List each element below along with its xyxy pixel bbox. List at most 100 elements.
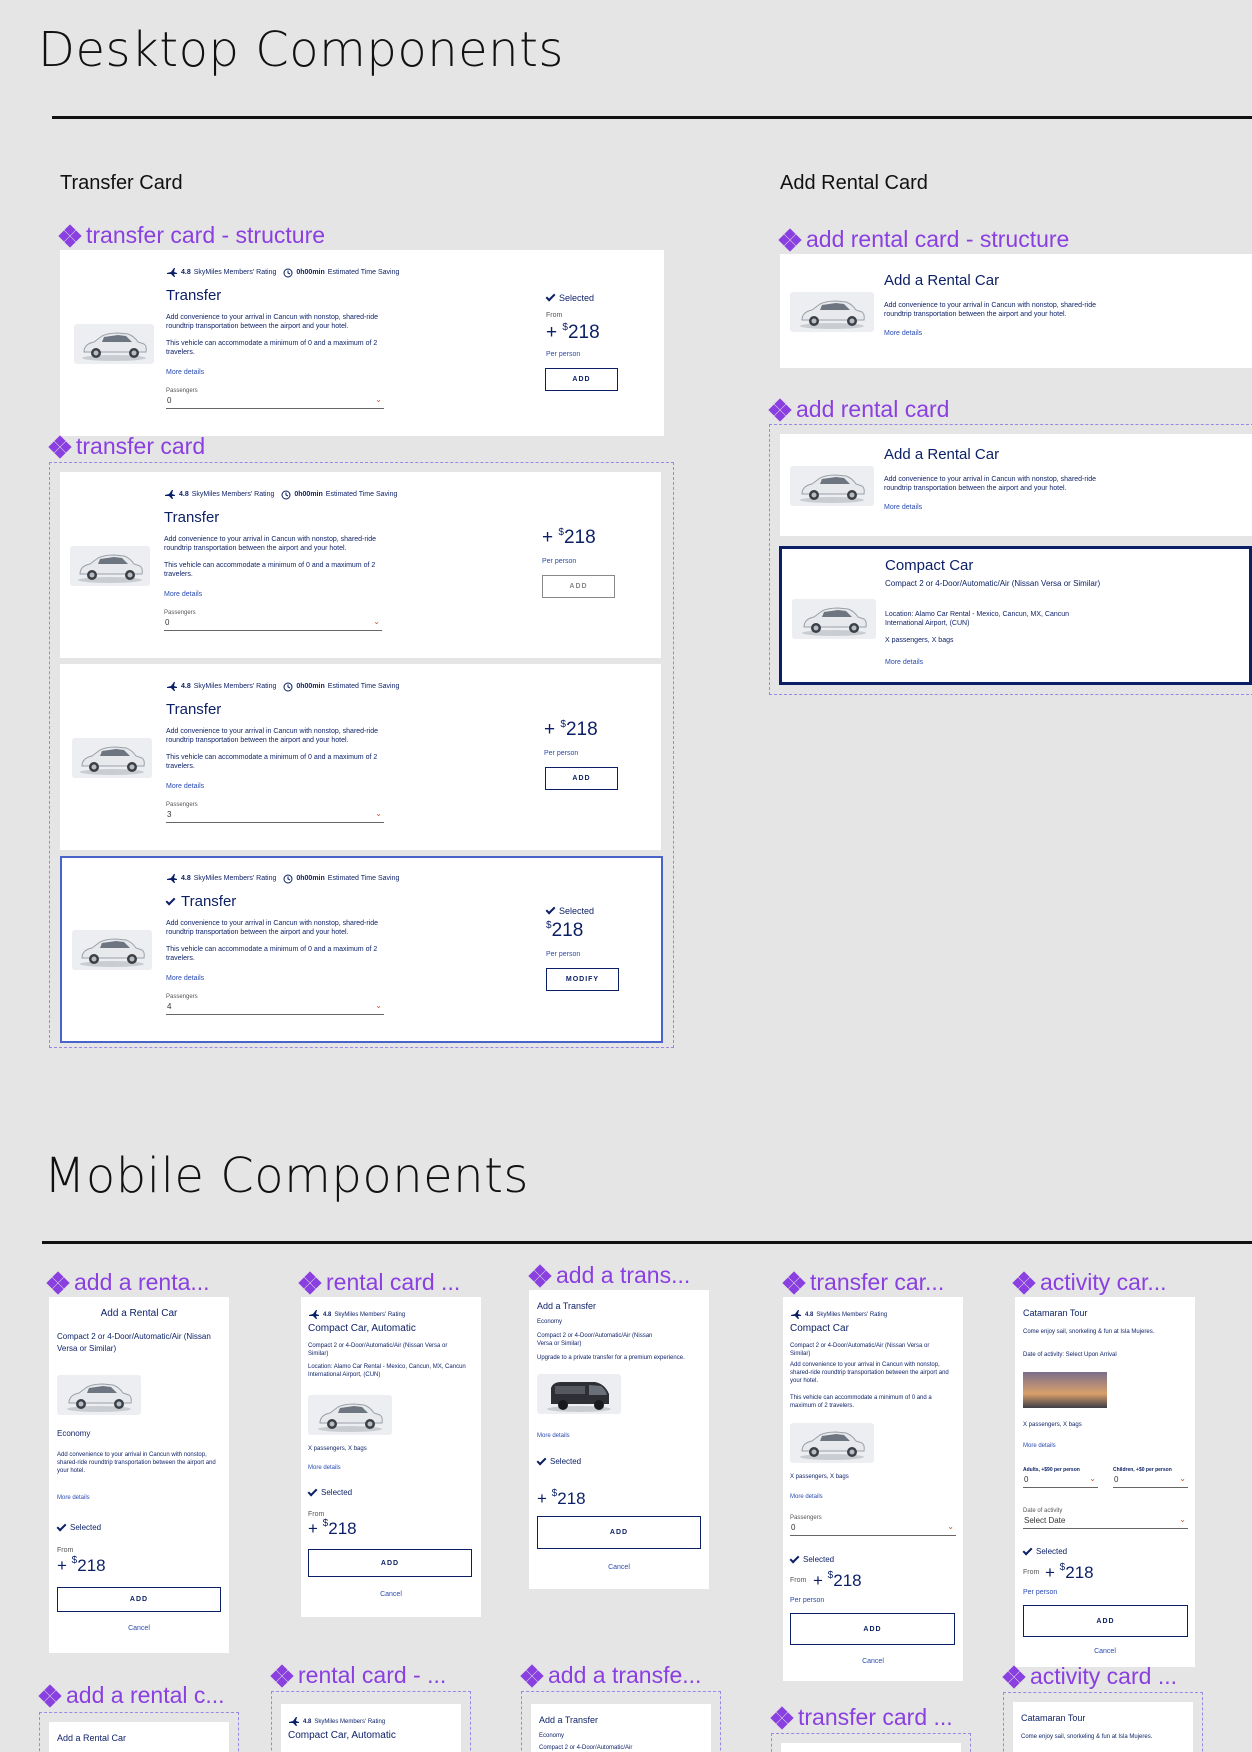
cancel-link[interactable]: Cancel (529, 1564, 709, 1571)
car-image (74, 324, 154, 364)
card-location: Location: Alamo Car Rental - Mexico, Can… (308, 1364, 466, 1378)
passengers-select[interactable]: 4 ⌄ (166, 1001, 384, 1015)
component-label-add-rental-structure[interactable]: add rental card - structure (778, 226, 1069, 253)
component-label-m-add-transfer-variants[interactable]: add a transfe... (520, 1662, 701, 1689)
adults-label: Adults, +$90 per person (1023, 1467, 1080, 1473)
card-title: Compact Car, Automatic (288, 1730, 396, 1741)
check-icon (1022, 1545, 1033, 1555)
cancel-link[interactable]: Cancel (783, 1658, 963, 1665)
card-category: Economy (537, 1319, 563, 1325)
more-details-link[interactable]: More details (537, 1433, 570, 1439)
cancel-link[interactable]: Cancel (1015, 1648, 1195, 1655)
plane-icon (165, 490, 175, 499)
price: + $218 (546, 322, 600, 343)
price: + $218 (813, 1570, 862, 1590)
more-details-link[interactable]: More details (308, 1465, 341, 1471)
card-description: Come enjoy sail, snorkeling & fun at Isl… (1023, 1329, 1155, 1335)
more-details-link[interactable]: More details (57, 1495, 90, 1501)
component-label-m-add-transfer[interactable]: add a trans... (528, 1262, 691, 1289)
car-image (72, 930, 152, 970)
m-transfer-card-variant[interactable] (781, 1743, 961, 1752)
add-rental-card-selected[interactable]: Compact Car Compact 2 or 4-Door/Automati… (779, 546, 1252, 685)
transfer-card-structure[interactable]: 4.8 SkyMiles Members' Rating 0h00min Estim… (60, 250, 664, 436)
card-title: Compact Car, Automatic (308, 1323, 416, 1334)
m-add-rental-card[interactable]: Add a Rental Car Compact 2 or 4-Door/Aut… (49, 1297, 229, 1653)
passengers-select[interactable]: 0 ⌄ (164, 617, 382, 631)
car-image (790, 292, 874, 332)
passengers-select[interactable]: 0 ⌄ (166, 395, 384, 409)
car-image (790, 466, 874, 506)
add-button[interactable]: ADD (545, 368, 618, 391)
component-label-m-activity-card[interactable]: activity car... (1012, 1269, 1167, 1296)
date-select[interactable]: Select Date ⌄ (1023, 1515, 1188, 1529)
component-label-m-add-rental[interactable]: add a renta... (46, 1269, 210, 1296)
chevron-down-icon: ⌄ (1179, 1515, 1186, 1524)
component-label-m-transfer-card[interactable]: transfer car... (782, 1269, 944, 1296)
more-details-link[interactable]: More details (790, 1494, 823, 1500)
m-add-rental-card-variant[interactable]: Add a Rental Car (49, 1722, 229, 1752)
add-button[interactable]: ADD (308, 1549, 472, 1577)
more-details-link[interactable]: More details (164, 591, 202, 598)
more-details-link[interactable]: More details (166, 975, 204, 982)
m-rental-card[interactable]: 4.8 SkyMiles Members' Rating Compact Car,… (301, 1297, 481, 1617)
car-image (72, 738, 152, 778)
card-title: Add a Transfer (539, 1715, 599, 1725)
component-label-m-rental-structure[interactable]: rental card - ... (270, 1662, 447, 1689)
desktop-divider (52, 116, 1252, 119)
m-add-transfer-card-variant[interactable]: Add a Transfer Economy Compact 2 or 4-Do… (531, 1704, 711, 1752)
m-activity-card[interactable]: Catamaran Tour Come enjoy sail, snorkeli… (1015, 1297, 1195, 1667)
more-details-link[interactable]: More details (166, 783, 204, 790)
transfer-card-variant-selected[interactable]: 4.8 SkyMiles Members' Rating 0h00min Estim… (60, 856, 663, 1043)
rating-row: 4.8 SkyMiles Members' Rating 0h00min Estim… (166, 873, 399, 884)
check-icon (536, 1455, 547, 1465)
more-details-link[interactable]: More details (166, 369, 204, 376)
rating-row: 4.8 SkyMiles Members' Rating (790, 1309, 887, 1320)
more-details-link[interactable]: More details (1023, 1443, 1056, 1449)
car-image (70, 546, 150, 586)
m-activity-card-variant[interactable]: Catamaran Tour Come enjoy sail, snorkeli… (1013, 1702, 1193, 1752)
card-subtitle: Compact 2 or 4-Door/Automatic/Air (Nissa… (57, 1332, 211, 1353)
add-button[interactable]: ADD (545, 767, 618, 790)
component-label-text: rental card - ... (298, 1662, 447, 1688)
component-label-add-rental-card[interactable]: add rental card (768, 396, 949, 423)
adults-select[interactable]: 0 ⌄ (1023, 1474, 1098, 1488)
m-rental-card-structure[interactable]: 4.8 SkyMiles Members' Rating Compact Car,… (281, 1704, 461, 1752)
cancel-link[interactable]: Cancel (301, 1591, 481, 1598)
plane-icon (167, 874, 177, 883)
card-capacity: X passengers, X bags (885, 637, 954, 644)
component-label-m-add-rental-variants[interactable]: add a rental c... (38, 1682, 225, 1709)
component-label-text: add a trans... (556, 1262, 691, 1288)
add-rental-card-default[interactable]: Add a Rental Car Add convenience to your… (780, 434, 1252, 536)
add-button-disabled[interactable]: ADD (542, 575, 615, 598)
component-label-m-rental-card[interactable]: rental card ... (298, 1269, 460, 1296)
more-details-link[interactable]: More details (884, 330, 922, 337)
per-person-label: Per person (1023, 1589, 1058, 1596)
m-transfer-card[interactable]: 4.8 SkyMiles Members' Rating Compact Car … (783, 1297, 963, 1681)
add-button[interactable]: ADD (57, 1587, 221, 1612)
add-button[interactable]: ADD (790, 1613, 955, 1645)
cancel-link[interactable]: Cancel (49, 1625, 229, 1632)
card-title: Catamaran Tour (1023, 1308, 1088, 1318)
component-label-m-activity-variants[interactable]: activity card ... (1002, 1663, 1177, 1690)
add-button[interactable]: ADD (537, 1516, 701, 1549)
selected-indicator: Selected (56, 1521, 101, 1532)
passengers-select[interactable]: 0 ⌄ (790, 1522, 956, 1536)
m-add-transfer-card[interactable]: Add a Transfer Economy Compact 2 or 4-Do… (529, 1290, 709, 1589)
add-button[interactable]: ADD (1023, 1605, 1188, 1637)
selected-indicator: Selected (789, 1553, 834, 1564)
transfer-card-variant-filled[interactable]: 4.8 SkyMiles Members' Rating 0h00min Estim… (60, 664, 661, 850)
clock-icon (281, 490, 291, 499)
component-label-m-transfer-variants[interactable]: transfer card ... (770, 1704, 953, 1731)
children-select[interactable]: 0 ⌄ (1113, 1474, 1188, 1488)
component-label-transfer-structure[interactable]: transfer card - structure (58, 222, 325, 249)
add-rental-card-structure[interactable]: Add a Rental Car Add convenience to your… (780, 254, 1252, 368)
clock-icon (283, 268, 293, 277)
passengers-select[interactable]: 3 ⌄ (166, 809, 384, 823)
modify-button[interactable]: MODIFY (546, 968, 619, 991)
more-details-link[interactable]: More details (884, 504, 922, 511)
more-details-link[interactable]: More details (885, 659, 923, 666)
transfer-card-variant-default[interactable]: 4.8 SkyMiles Members' Rating 0h00min Estim… (60, 472, 661, 658)
component-label-transfer-card[interactable]: transfer card (48, 433, 205, 460)
chevron-down-icon: ⌄ (375, 395, 382, 404)
card-subtitle: Compact 2 or 4-Door/Automatic/Air (Nissa… (790, 1343, 930, 1357)
